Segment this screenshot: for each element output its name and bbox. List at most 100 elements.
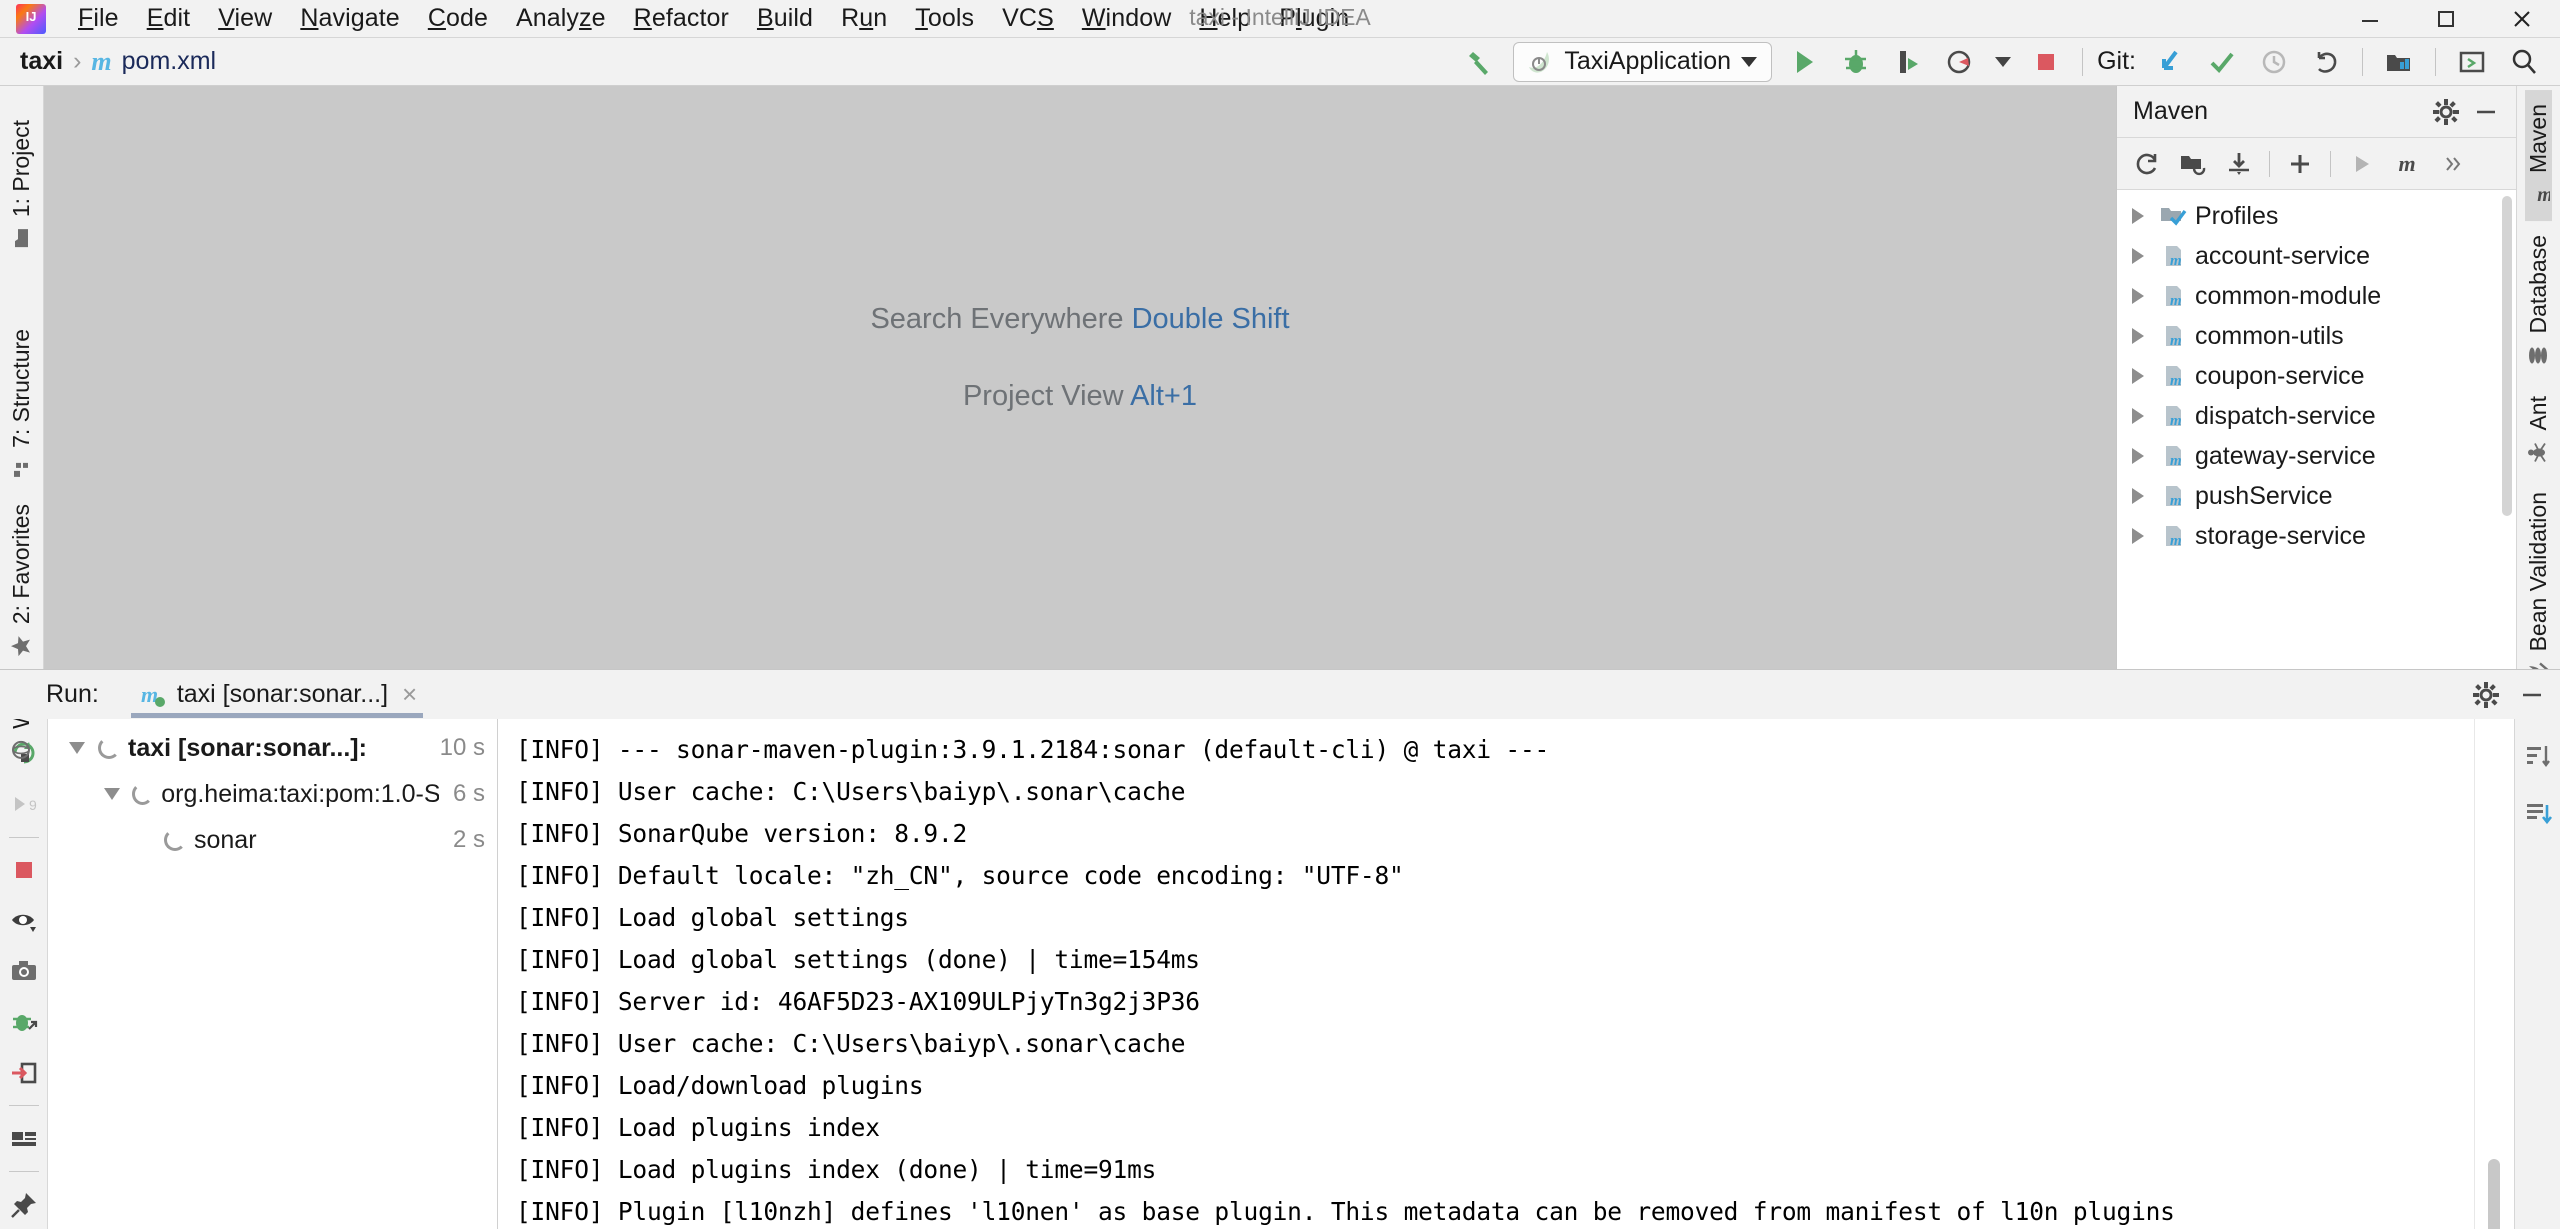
editor-hints: Search Everywhere Double Shift Project V… xyxy=(870,285,1289,431)
gear-icon[interactable] xyxy=(2426,92,2466,132)
tree-item-pushservice[interactable]: m pushService xyxy=(2117,476,2516,516)
debug-icon[interactable] xyxy=(1830,40,1882,84)
chevron-right-icon[interactable] xyxy=(2125,368,2151,384)
sidebar-item-favorites[interactable]: 2: Favorites xyxy=(8,492,35,670)
bug-export-icon[interactable] xyxy=(2,998,46,1047)
vcs-history-icon[interactable] xyxy=(2248,40,2300,84)
tree-item-storage-service[interactable]: m storage-service xyxy=(2117,516,2516,556)
chevron-right-icon[interactable] xyxy=(2125,288,2151,304)
run-execution-tree[interactable]: taxi [sonar:sonar...]: 10 s org.heima:ta… xyxy=(48,719,498,1229)
hammer-icon[interactable] xyxy=(1455,40,1507,84)
maven-module-icon: m xyxy=(2159,242,2187,270)
maximize-button[interactable] xyxy=(2408,0,2484,38)
stop-icon[interactable] xyxy=(2020,40,2072,84)
skip-icon[interactable]: 9 xyxy=(2,780,46,829)
sidebar-item-maven[interactable]: m Maven xyxy=(2525,90,2552,222)
console-scrollbar[interactable] xyxy=(2488,1159,2500,1229)
tree-item-common-module[interactable]: m common-module xyxy=(2117,276,2516,316)
tree-item-profiles[interactable]: Profiles xyxy=(2117,196,2516,236)
menu-item-run[interactable]: Run xyxy=(827,2,901,35)
run-icon[interactable] xyxy=(1778,40,1830,84)
run-tree-row-goal[interactable]: sonar 2 s xyxy=(48,817,497,863)
play-icon[interactable] xyxy=(2339,142,2383,186)
sort-az-icon[interactable] xyxy=(2516,731,2560,781)
stop-icon[interactable] xyxy=(2,846,46,895)
hint-project-view-shortcut: Alt+1 xyxy=(1130,379,1198,412)
menu-item-view[interactable]: View xyxy=(204,2,286,35)
tree-item-dispatch-service[interactable]: m dispatch-service xyxy=(2117,396,2516,436)
vcs-commit-icon[interactable] xyxy=(2196,40,2248,84)
chevron-double-right-icon[interactable] xyxy=(2431,142,2475,186)
maven-projects-tree[interactable]: Profiles m account-service m common-modu… xyxy=(2117,190,2516,669)
menu-item-build[interactable]: Build xyxy=(743,2,827,35)
run-configuration-selector[interactable]: TaxiApplication xyxy=(1513,41,1773,82)
chevron-right-icon[interactable] xyxy=(2125,208,2151,224)
chevron-down-icon[interactable] xyxy=(100,788,124,800)
minimize-icon[interactable] xyxy=(2512,675,2552,715)
maven-tree-scrollbar[interactable] xyxy=(2502,196,2512,516)
refresh-icon[interactable] xyxy=(2125,142,2169,186)
vcs-update-icon[interactable] xyxy=(2144,40,2196,84)
camera-icon[interactable] xyxy=(2,947,46,996)
chevron-right-icon[interactable] xyxy=(2125,248,2151,264)
project-structure-icon[interactable] xyxy=(2373,40,2425,84)
terminal-icon[interactable] xyxy=(2446,40,2498,84)
intellij-window: File Edit View Navigate Code Analyze Ref… xyxy=(0,0,2560,1229)
download-icon[interactable] xyxy=(2217,142,2261,186)
profiler-icon[interactable] xyxy=(1934,40,1986,84)
menu-item-vcs[interactable]: VCS xyxy=(988,2,1068,35)
maven-m-icon[interactable]: m xyxy=(2385,142,2429,186)
layout-icon[interactable] xyxy=(2,1114,46,1163)
folder-icon xyxy=(11,227,33,249)
sidebar-item-database[interactable]: Database xyxy=(2525,221,2552,381)
chevron-right-icon[interactable] xyxy=(2125,528,2151,544)
minimize-icon[interactable] xyxy=(2466,92,2506,132)
scroll-down-icon[interactable] xyxy=(2516,789,2560,839)
breadcrumb-project[interactable]: taxi xyxy=(20,47,63,76)
left-tool-window-bar: 1: Project 7: Structure 2: Favorites xyxy=(0,86,44,760)
tree-item-account-service[interactable]: m account-service xyxy=(2117,236,2516,276)
sidebar-item-ant[interactable]: Ant xyxy=(2525,382,2552,479)
close-button[interactable] xyxy=(2484,0,2560,38)
menu-item-file[interactable]: File xyxy=(64,2,133,35)
sidebar-item-bean-validation[interactable]: Bean Validation xyxy=(2525,478,2552,699)
menu-item-tools[interactable]: Tools xyxy=(901,2,988,35)
search-icon[interactable] xyxy=(2498,40,2550,84)
pin-icon[interactable] xyxy=(2,1180,46,1229)
menu-item-refactor[interactable]: Refactor xyxy=(620,2,743,35)
tree-item-label: gateway-service xyxy=(2195,441,2376,470)
profiler-dropdown-icon[interactable] xyxy=(1986,40,2020,84)
plus-icon[interactable] xyxy=(2278,142,2322,186)
run-with-coverage-icon[interactable] xyxy=(1882,40,1934,84)
run-tree-row-project[interactable]: org.heima:taxi:pom:1.0-SN 6 s xyxy=(48,771,497,817)
svg-text:m: m xyxy=(2170,453,2182,469)
toolbar-divider-2 xyxy=(2362,47,2363,76)
eye-icon[interactable] xyxy=(2,896,46,945)
run-tree-row-root[interactable]: taxi [sonar:sonar...]: 10 s xyxy=(48,725,497,771)
vcs-rollback-icon[interactable] xyxy=(2300,40,2352,84)
chevron-right-icon[interactable] xyxy=(2125,328,2151,344)
minimize-button[interactable] xyxy=(2332,0,2408,38)
tree-item-common-utils[interactable]: m common-utils xyxy=(2117,316,2516,356)
run-console-output[interactable]: [INFO] --- sonar-maven-plugin:3.9.1.2184… xyxy=(498,719,2514,1229)
export-icon[interactable] xyxy=(2,1049,46,1098)
tree-item-gateway-service[interactable]: m gateway-service xyxy=(2117,436,2516,476)
close-icon[interactable]: × xyxy=(402,679,417,710)
menu-item-edit[interactable]: Edit xyxy=(133,2,205,35)
breadcrumb-file[interactable]: pom.xml xyxy=(122,47,216,76)
menu-item-navigate[interactable]: Navigate xyxy=(286,2,413,35)
chevron-right-icon[interactable] xyxy=(2125,408,2151,424)
menu-item-window[interactable]: Window xyxy=(1068,2,1186,35)
tree-item-coupon-service[interactable]: m coupon-service xyxy=(2117,356,2516,396)
folder-refresh-icon[interactable] xyxy=(2171,142,2215,186)
run-tab-taxi-sonar[interactable]: m taxi [sonar:sonar...] × xyxy=(127,670,427,720)
menu-item-code[interactable]: Code xyxy=(414,2,502,35)
sidebar-item-structure[interactable]: 7: Structure xyxy=(8,317,35,492)
sidebar-item-project[interactable]: 1: Project xyxy=(8,108,35,261)
chevron-right-icon[interactable] xyxy=(2125,488,2151,504)
menu-item-analyze[interactable]: Analyze xyxy=(502,2,620,35)
chevron-down-icon[interactable] xyxy=(64,742,90,754)
chevron-right-icon[interactable] xyxy=(2125,448,2151,464)
gear-icon[interactable] xyxy=(2466,675,2506,715)
window-controls xyxy=(2332,0,2560,38)
